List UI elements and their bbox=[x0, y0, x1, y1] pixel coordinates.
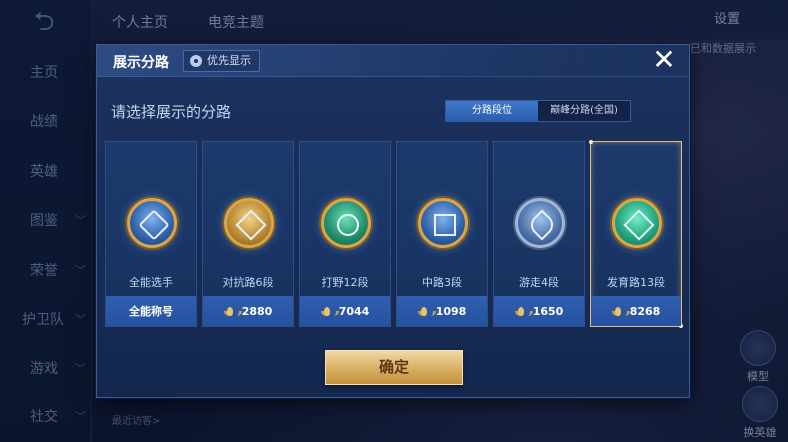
lane-card-selected[interactable]: 发育路13段 8268 bbox=[589, 140, 683, 328]
power-icon bbox=[223, 306, 242, 316]
lane-card-footer: 8268 bbox=[591, 296, 681, 326]
roam-emblem-icon bbox=[515, 198, 565, 248]
lane-card-value: 8268 bbox=[629, 304, 661, 318]
lane-card-role: 中路3段 bbox=[422, 276, 462, 289]
priority-display-label: 优先显示 bbox=[207, 54, 251, 67]
lane-card[interactable]: 对抗路6段 2880 bbox=[202, 141, 294, 327]
selection-corner-dot bbox=[589, 140, 593, 144]
dialog-title: 展示分路 bbox=[113, 55, 169, 71]
lane-card[interactable]: 游走4段 1650 bbox=[493, 141, 585, 327]
lane-card[interactable]: 全能选手 全能称号 bbox=[105, 141, 197, 327]
lane-card-footer: 7044 bbox=[300, 296, 390, 326]
priority-display-button[interactable]: 优先显示 bbox=[183, 50, 260, 72]
lane-card-role: 游走4段 bbox=[519, 276, 559, 289]
power-icon bbox=[417, 306, 436, 316]
lane-card-value: 1650 bbox=[532, 304, 564, 318]
clash-lane-emblem-icon bbox=[224, 198, 274, 248]
lane-display-dialog: 展示分路 优先显示 ✕ 请选择展示的分路 分路段位 巅峰分路(全国) 全能选手 … bbox=[96, 44, 690, 398]
lane-card-value: 7044 bbox=[338, 304, 370, 318]
lane-card-footer: 全能称号 bbox=[106, 296, 196, 326]
confirm-button[interactable]: 确定 bbox=[325, 350, 463, 385]
toggle-lane-rank[interactable]: 分路段位 bbox=[446, 101, 538, 121]
lane-card[interactable]: 中路3段 1098 bbox=[396, 141, 488, 327]
close-icon[interactable]: ✕ bbox=[649, 45, 679, 75]
toggle-peak-lane-national[interactable]: 巅峰分路(全国) bbox=[538, 101, 630, 121]
gear-icon bbox=[190, 55, 202, 67]
jungle-emblem-icon bbox=[321, 198, 371, 248]
all-round-emblem-icon bbox=[127, 198, 177, 248]
lane-card-role: 发育路13段 bbox=[607, 276, 665, 289]
power-icon bbox=[611, 306, 630, 316]
lane-card-value: 2880 bbox=[241, 304, 273, 318]
lane-card-role: 打野12段 bbox=[321, 276, 369, 289]
lane-card-footer: 1098 bbox=[397, 296, 487, 326]
lane-card-role: 对抗路6段 bbox=[222, 276, 274, 289]
dialog-prompt: 请选择展示的分路 bbox=[111, 103, 232, 121]
lane-mode-toggle: 分路段位 巅峰分路(全国) bbox=[445, 100, 631, 122]
farm-lane-emblem-icon bbox=[612, 198, 662, 248]
lane-card-role: 全能选手 bbox=[129, 276, 173, 289]
lane-card-list: 全能选手 全能称号 对抗路6段 2880 打野12段 7044 中路3段 109… bbox=[105, 140, 685, 328]
lane-card-value: 全能称号 bbox=[129, 305, 173, 318]
power-icon bbox=[320, 306, 339, 316]
dialog-header: 展示分路 优先显示 bbox=[97, 45, 689, 77]
lane-card-footer: 2880 bbox=[203, 296, 293, 326]
lane-card-footer: 1650 bbox=[494, 296, 584, 326]
mid-lane-emblem-icon bbox=[418, 198, 468, 248]
lane-card-value: 1098 bbox=[435, 304, 467, 318]
power-icon bbox=[514, 306, 533, 316]
lane-card[interactable]: 打野12段 7044 bbox=[299, 141, 391, 327]
